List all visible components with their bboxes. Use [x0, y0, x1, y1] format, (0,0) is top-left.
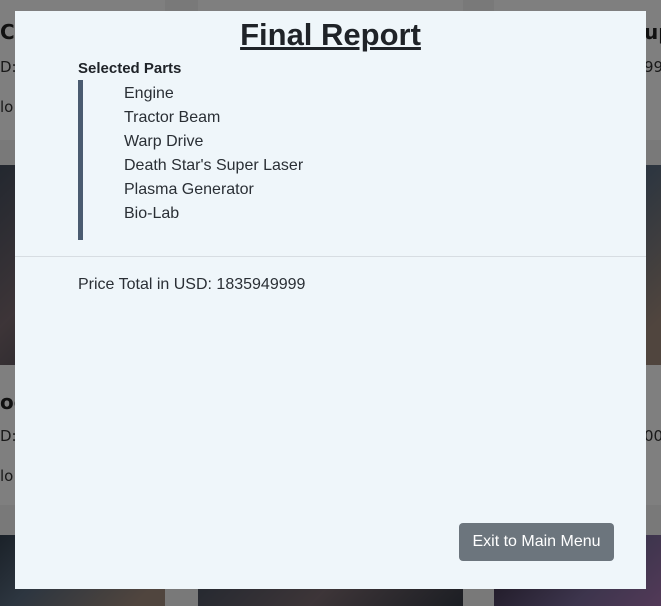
selected-parts-blockquote: Engine Tractor Beam Warp Drive Death Sta…: [78, 80, 338, 240]
list-item: Bio-Lab: [124, 205, 180, 222]
list-item: Engine: [124, 85, 174, 102]
list-item: Plasma Generator: [124, 181, 254, 198]
modal-title: Final Report: [240, 17, 421, 52]
list-item: Death Star's Super Laser: [124, 157, 304, 174]
section-divider: [15, 256, 646, 257]
selected-parts-label: Selected Parts: [78, 60, 182, 77]
final-report-modal: Final Report Selected Parts Engine Tract…: [15, 11, 646, 589]
list-item: Tractor Beam: [124, 109, 221, 126]
exit-to-main-menu-button[interactable]: Exit to Main Menu: [459, 523, 614, 561]
list-item: Warp Drive: [124, 133, 204, 150]
parts-list: Engine Tractor Beam Warp Drive Death Sta…: [124, 83, 303, 227]
price-total: Price Total in USD: 1835949999: [78, 276, 306, 293]
